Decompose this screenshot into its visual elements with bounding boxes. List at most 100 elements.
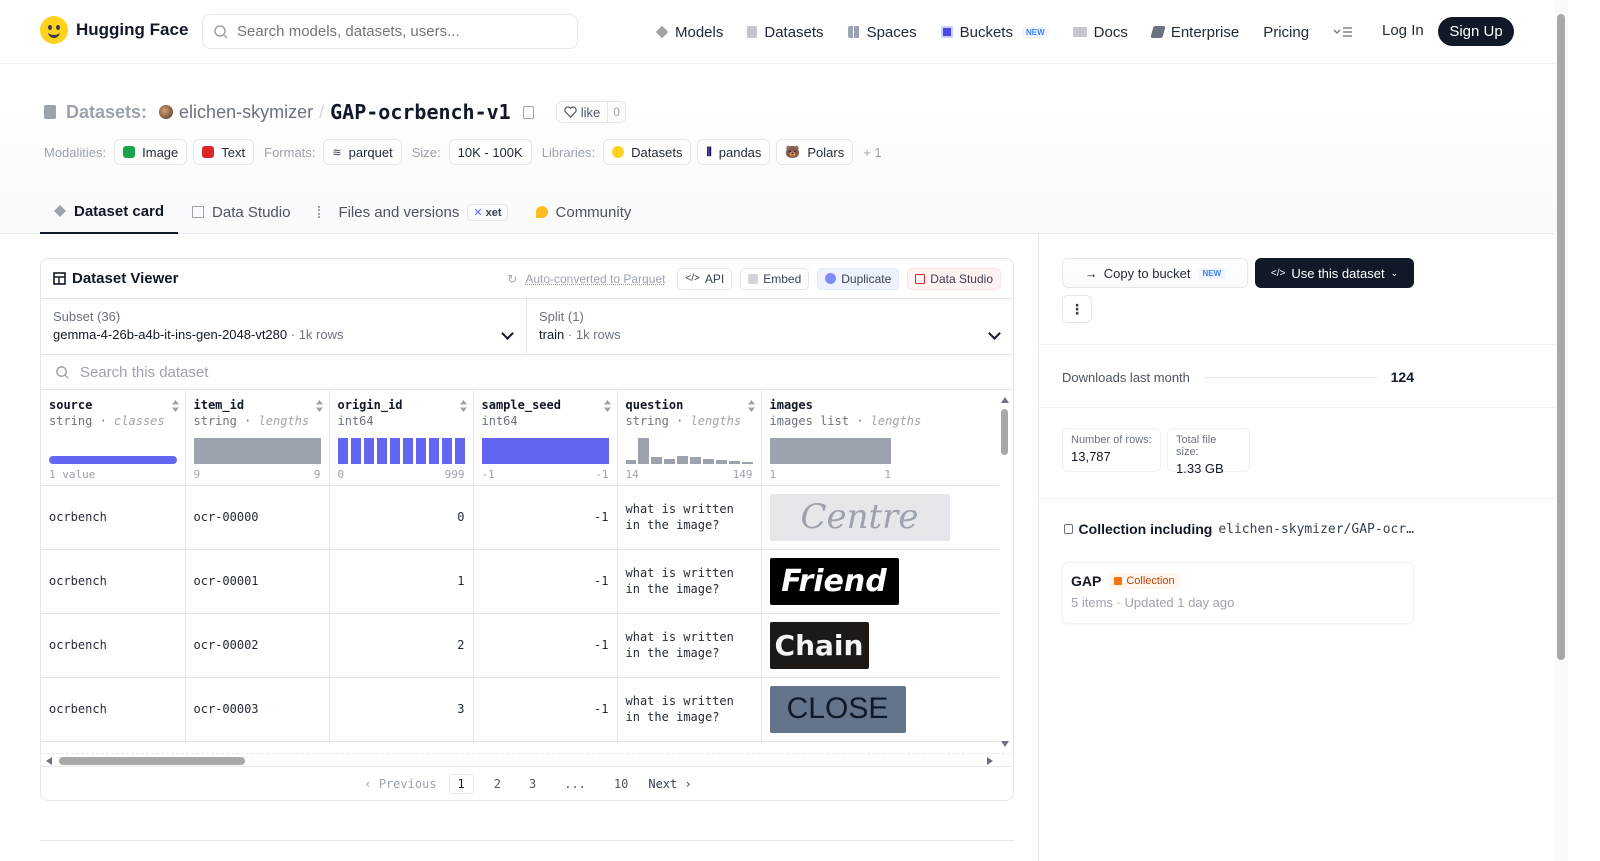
repo-owner[interactable]: elichen-skymizer: [179, 102, 313, 123]
modality-text-chip[interactable]: Text: [193, 139, 255, 165]
library-polars-chip[interactable]: 🐻 Polars: [776, 139, 854, 165]
table-row[interactable]: ocrbench ocr-00000 0 -1 what is written …: [41, 485, 999, 550]
chip-label: Datasets: [631, 144, 683, 160]
copy-icon[interactable]: [522, 105, 534, 119]
copy-to-bucket-button[interactable]: → Copy to bucket NEW: [1062, 258, 1248, 288]
subset-label: Subset (36): [53, 309, 121, 324]
column-histogram[interactable]: [193, 438, 321, 464]
cell-images[interactable]: Chain: [761, 613, 999, 678]
size-chip[interactable]: 10K - 100K: [448, 139, 532, 165]
sort-icon[interactable]: [459, 400, 467, 412]
sort-icon[interactable]: [603, 400, 611, 412]
scroll-up-arrow[interactable]: [1001, 397, 1009, 403]
next-page-button[interactable]: Next ›: [648, 777, 691, 791]
sort-icon[interactable]: [747, 400, 755, 412]
image-thumbnail[interactable]: CLOSE: [769, 685, 906, 733]
column-histogram[interactable]: [481, 438, 609, 464]
nav-models[interactable]: Models: [655, 24, 723, 41]
page-10-button[interactable]: 10: [606, 775, 636, 793]
like-button[interactable]: like 0: [555, 101, 626, 123]
nav-datasets[interactable]: Datasets: [747, 24, 824, 41]
nav-pricing[interactable]: Pricing: [1263, 24, 1309, 41]
repo-type-label[interactable]: Datasets:: [66, 102, 147, 123]
auto-converted-link[interactable]: Auto-converted to Parquet: [525, 272, 665, 286]
scroll-thumb[interactable]: [1557, 14, 1565, 660]
scroll-left-arrow[interactable]: [46, 757, 52, 765]
table-row[interactable]: ocrbench ocr-00002 2 -1 what is written …: [41, 613, 999, 678]
nav-docs[interactable]: Docs: [1072, 24, 1128, 41]
image-thumbnail[interactable]: Centre: [769, 493, 950, 541]
sort-icon[interactable]: [315, 400, 323, 412]
histogram-bar: [454, 438, 465, 464]
cell-images[interactable]: Friend: [761, 549, 999, 614]
repo-name[interactable]: GAP-ocrbench-v1: [330, 100, 511, 124]
table-row[interactable]: ocrbench ocr-00003 3 -1 what is written …: [41, 677, 999, 742]
column-histogram[interactable]: [337, 438, 465, 464]
enterprise-icon: [1150, 26, 1166, 38]
scroll-down-arrow[interactable]: [1001, 741, 1009, 747]
signup-button[interactable]: Sign Up: [1438, 17, 1514, 46]
column-header-source[interactable]: source string · classes 1 value: [41, 390, 186, 486]
table-row[interactable]: ocrbench ocr-00001 1 -1 what is written …: [41, 549, 999, 614]
range-min: 1: [769, 468, 777, 481]
scroll-thumb[interactable]: [1001, 409, 1008, 455]
column-histogram[interactable]: [625, 438, 753, 464]
scroll-thumb[interactable]: [59, 757, 245, 765]
global-search[interactable]: [202, 14, 578, 49]
scroll-right-arrow[interactable]: [987, 757, 993, 765]
rows-label: Number of rows:: [1071, 434, 1152, 446]
format-parquet-chip[interactable]: ≋ parquet: [323, 139, 402, 165]
page-1-button[interactable]: 1: [448, 773, 474, 794]
login-link[interactable]: Log In: [1382, 22, 1424, 39]
image-thumbnail[interactable]: Friend: [769, 557, 899, 605]
api-button[interactable]: </> API: [677, 267, 733, 290]
range-min: -1: [481, 468, 495, 481]
column-histogram[interactable]: [769, 438, 891, 464]
downloads-value: 124: [1390, 369, 1414, 385]
image-thumbnail[interactable]: Chain: [769, 621, 869, 669]
tab-files-and-versions[interactable]: Files and versions ✕ xet: [304, 190, 521, 234]
heart-icon: [564, 106, 577, 118]
page-2-button[interactable]: 2: [486, 775, 509, 793]
table-horizontal-scrollbar[interactable]: [41, 753, 1013, 767]
nav-more-menu[interactable]: [1333, 26, 1353, 38]
nav-buckets[interactable]: Buckets NEW: [940, 24, 1049, 41]
column-header-images[interactable]: images images list · lengths 11: [761, 390, 999, 486]
modalities-label: Modalities:: [44, 144, 107, 160]
tab-data-studio[interactable]: Data Studio: [178, 190, 304, 234]
sort-icon[interactable]: [171, 400, 179, 412]
tab-community[interactable]: Community: [522, 190, 646, 234]
subset-select[interactable]: Subset (36) gemma-4-26b-a4b-it-ins-gen-2…: [41, 299, 527, 354]
table-header-row: source string · classes 1 value item_id …: [41, 390, 999, 486]
embed-button[interactable]: Embed: [740, 267, 810, 290]
tab-dataset-card[interactable]: Dataset card: [40, 190, 179, 234]
dataset-search[interactable]: Search this dataset: [41, 355, 1013, 390]
collection-card[interactable]: GAP Collection 5 items · Updated 1 day a…: [1062, 562, 1414, 624]
column-header-item-id[interactable]: item_id string · lengths 99: [185, 390, 330, 486]
column-name: source: [49, 398, 93, 412]
library-datasets-chip[interactable]: Datasets: [603, 139, 692, 165]
column-histogram[interactable]: [49, 438, 177, 464]
modality-image-chip[interactable]: Image: [114, 139, 188, 165]
split-select[interactable]: Split (1) train · 1k rows: [527, 299, 1013, 354]
column-header-question[interactable]: question string · lengths 14 149: [617, 390, 762, 486]
library-pandas-chip[interactable]: ⦀ pandas: [697, 139, 771, 165]
histogram-bar: [389, 438, 400, 464]
nav-spaces[interactable]: Spaces: [847, 24, 917, 41]
brand-logo[interactable]: Hugging Face: [40, 16, 188, 44]
global-search-input[interactable]: [237, 23, 557, 40]
column-header-sample-seed[interactable]: sample_seed int64 -1 -1: [473, 390, 618, 486]
table-vertical-scrollbar[interactable]: [1001, 397, 1009, 747]
column-header-origin-id[interactable]: origin_id int64 0 999: [329, 390, 474, 486]
nav-enterprise[interactable]: Enterprise: [1150, 24, 1239, 41]
cell-images[interactable]: Centre: [761, 485, 999, 550]
cell-images[interactable]: CLOSE: [761, 677, 999, 742]
duplicate-button[interactable]: Duplicate: [817, 267, 900, 290]
page-scrollbar[interactable]: [1555, 0, 1568, 861]
previous-page-button[interactable]: ‹ Previous: [364, 777, 436, 791]
more-options-button[interactable]: ⋮: [1062, 295, 1092, 323]
use-this-dataset-button[interactable]: </> Use this dataset ⌄: [1255, 258, 1414, 288]
more-libraries[interactable]: + 1: [863, 145, 881, 160]
page-3-button[interactable]: 3: [521, 775, 544, 793]
data-studio-button[interactable]: Data Studio: [907, 267, 1001, 290]
